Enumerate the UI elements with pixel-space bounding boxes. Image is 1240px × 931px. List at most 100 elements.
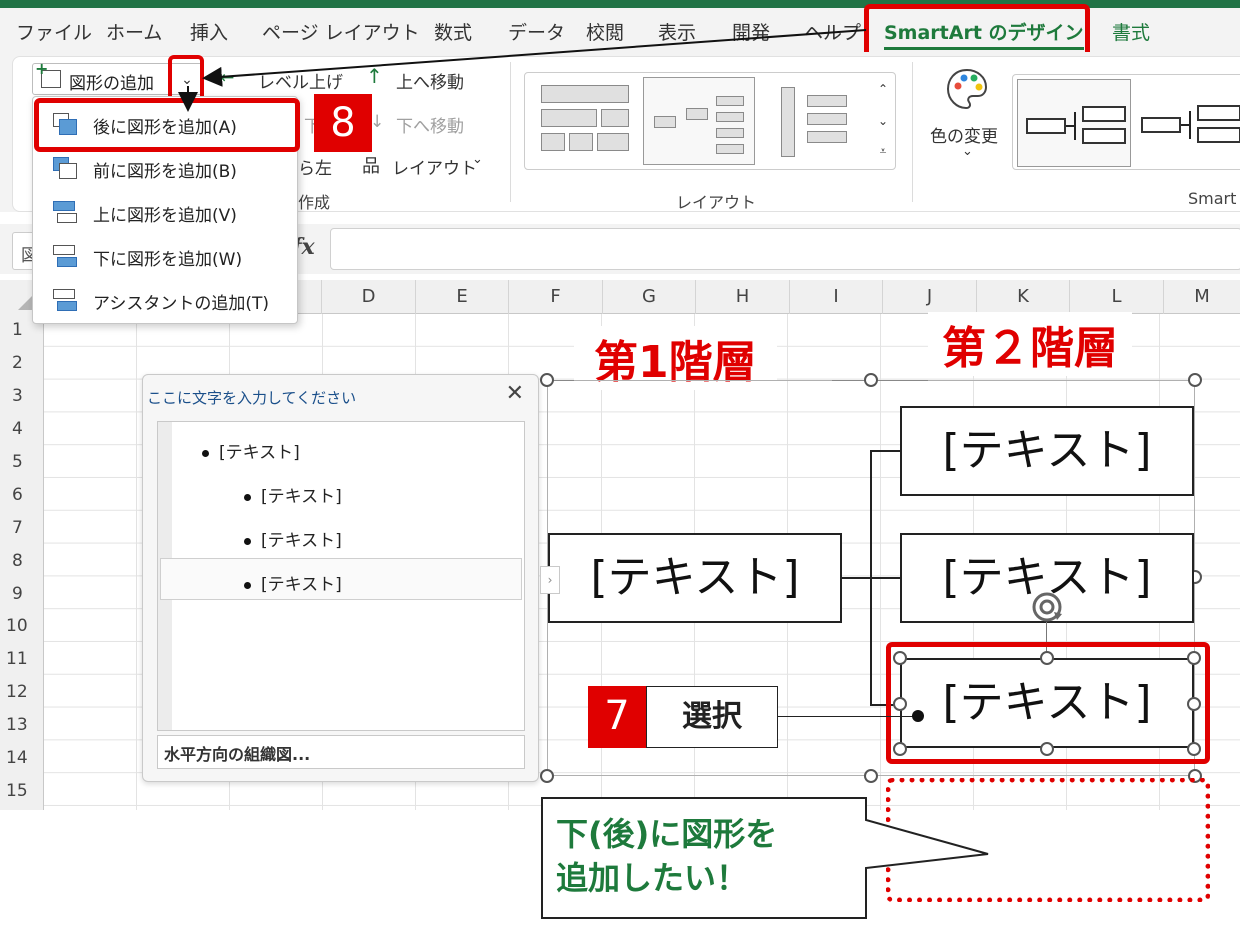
create-group-label: 作成 — [298, 193, 331, 212]
level-up-button[interactable]: レベル上げ — [258, 68, 343, 93]
column-header-m[interactable]: M — [1164, 280, 1240, 314]
move-up-button[interactable]: 上へ移動 — [396, 68, 464, 93]
style-thumb-1-selected[interactable] — [1017, 79, 1131, 167]
gallery-scroll-down[interactable]: ⌄ — [873, 107, 893, 135]
column-header-j[interactable]: J — [883, 280, 977, 314]
add-above-icon — [53, 201, 77, 223]
chevron-down-icon: ⌄ — [472, 152, 483, 167]
frame-handle[interactable] — [864, 373, 878, 387]
tab-help[interactable]: ヘルプ — [804, 18, 861, 45]
tab-highlight-box — [864, 4, 1090, 58]
layout-thumb-2-selected[interactable] — [643, 77, 755, 165]
chevron-down-icon: ⌄ — [962, 144, 973, 159]
column-header-h[interactable]: H — [696, 280, 790, 314]
callout-line-2: 追加したい！ — [556, 859, 749, 897]
column-header-e[interactable]: E — [416, 280, 509, 314]
row-header[interactable]: 4 — [0, 419, 44, 439]
frame-edge — [878, 380, 928, 381]
column-header-k[interactable]: K — [977, 280, 1070, 314]
column-header-d[interactable]: D — [322, 280, 416, 314]
add-below-icon — [53, 245, 77, 267]
arrow-left-icon: ← — [220, 68, 235, 88]
gallery-scroll-up[interactable]: ⌃ — [873, 75, 893, 103]
menu-item-add-shape-before[interactable]: 前に図形を追加(B) — [33, 147, 297, 189]
style-thumb-2[interactable] — [1135, 79, 1240, 167]
frame-handle[interactable] — [540, 373, 554, 387]
frame-edge — [832, 380, 864, 381]
gallery-more[interactable]: ⩡ — [873, 137, 893, 165]
column-header-g[interactable]: G — [603, 280, 696, 314]
text-pane-item-root[interactable]: [テキスト] — [202, 438, 300, 463]
add-assistant-icon — [53, 289, 77, 311]
close-icon[interactable]: ✕ — [506, 381, 524, 406]
menu-item-label: アシスタントの追加(T) — [93, 294, 269, 314]
connector-line — [870, 450, 902, 452]
text-pane-item-child[interactable]: [テキスト] — [244, 526, 342, 551]
frame-handle[interactable] — [540, 769, 554, 783]
smartart-root-node[interactable]: [テキスト] — [548, 533, 842, 623]
row-header[interactable]: 9 — [0, 584, 44, 604]
menu-item-add-assistant[interactable]: アシスタントの追加(T) — [33, 279, 297, 321]
palette-icon — [946, 68, 988, 110]
menu-item-label: 下に図形を追加(W) — [93, 250, 243, 270]
smartart-styles-group-label: Smart — [1188, 189, 1237, 208]
move-down-button[interactable]: 下へ移動 — [396, 112, 464, 137]
connector-line — [870, 577, 902, 579]
tab-review[interactable]: 校閲 — [586, 18, 624, 45]
text-pane-item-child[interactable]: [テキスト] — [244, 570, 342, 595]
org-layout-icon: 品 — [362, 156, 380, 177]
group-separator — [912, 62, 913, 202]
frame-handle[interactable] — [1188, 373, 1202, 387]
column-header-i[interactable]: I — [790, 280, 883, 314]
row-header[interactable]: 8 — [0, 551, 44, 571]
add-before-icon — [53, 157, 77, 179]
text-pane-item-child[interactable]: [テキスト] — [244, 482, 342, 507]
tab-developer[interactable]: 開発 — [732, 18, 770, 45]
tab-formulas[interactable]: 数式 — [434, 18, 472, 45]
text-pane-footer[interactable]: 水平方向の組織図... — [157, 735, 525, 769]
tab-home[interactable]: ホーム — [106, 18, 162, 45]
row-header[interactable]: 5 — [0, 452, 44, 472]
bullet-icon — [244, 493, 251, 501]
column-header-l[interactable]: L — [1070, 280, 1164, 314]
layout-thumb-1[interactable] — [529, 77, 641, 165]
tab-view[interactable]: 表示 — [658, 18, 696, 45]
text-pane-item-text: [テキスト] — [261, 575, 342, 595]
formula-input[interactable] — [330, 228, 1240, 270]
menu-item-add-shape-above[interactable]: 上に図形を追加(V) — [33, 191, 297, 233]
tab-insert[interactable]: 挿入 — [190, 18, 228, 45]
bullet-icon — [244, 537, 251, 545]
tab-page-layout[interactable]: ページ レイアウト — [262, 18, 420, 45]
layout-button[interactable]: レイアウト — [392, 154, 477, 179]
right-to-left-button[interactable]: ら左 — [298, 154, 332, 179]
chevron-right-icon[interactable]: › — [540, 566, 560, 594]
step-7-label: 選択 — [646, 686, 778, 748]
speech-callout-text: 下(後)に図形を 追加したい！ — [556, 812, 777, 900]
smartart-child-node-1[interactable]: [テキスト] — [900, 406, 1194, 496]
menu-item-label: 上に図形を追加(V) — [93, 206, 237, 226]
tab-file[interactable]: ファイル — [16, 18, 92, 45]
tab-data[interactable]: データ — [508, 18, 565, 45]
menu-item-add-shape-below[interactable]: 下に図形を追加(W) — [33, 235, 297, 277]
column-header-f[interactable]: F — [509, 280, 603, 314]
row-header[interactable]: 13 — [0, 715, 44, 735]
row-header[interactable]: 3 — [0, 386, 44, 406]
row-header[interactable]: 12 — [0, 682, 44, 702]
row-header[interactable]: 14 — [0, 748, 44, 768]
row-header-column: 1 2 3 4 5 6 7 8 9 10 11 12 13 14 15 — [0, 314, 44, 810]
row-header[interactable]: 11 — [0, 649, 44, 669]
row-header[interactable]: 7 — [0, 518, 44, 538]
tab-format[interactable]: 書式 — [1112, 18, 1150, 45]
layout-thumb-3[interactable] — [763, 77, 875, 165]
row-header[interactable]: 15 — [0, 781, 44, 801]
frame-handle[interactable] — [864, 769, 878, 783]
text-pane-item-text: [テキスト] — [261, 531, 342, 551]
layout-gallery[interactable]: ⌃ ⌄ ⩡ — [524, 72, 896, 170]
row-header[interactable]: 10 — [0, 616, 44, 636]
row-header[interactable]: 2 — [0, 353, 44, 373]
rotate-handle-icon[interactable] — [1030, 590, 1064, 624]
menu-item-highlight — [34, 98, 300, 152]
row-header[interactable]: 6 — [0, 485, 44, 505]
text-pane-list[interactable]: [テキスト] [テキスト] [テキスト] [テキスト] — [157, 421, 525, 731]
smartart-style-gallery[interactable] — [1012, 74, 1240, 170]
